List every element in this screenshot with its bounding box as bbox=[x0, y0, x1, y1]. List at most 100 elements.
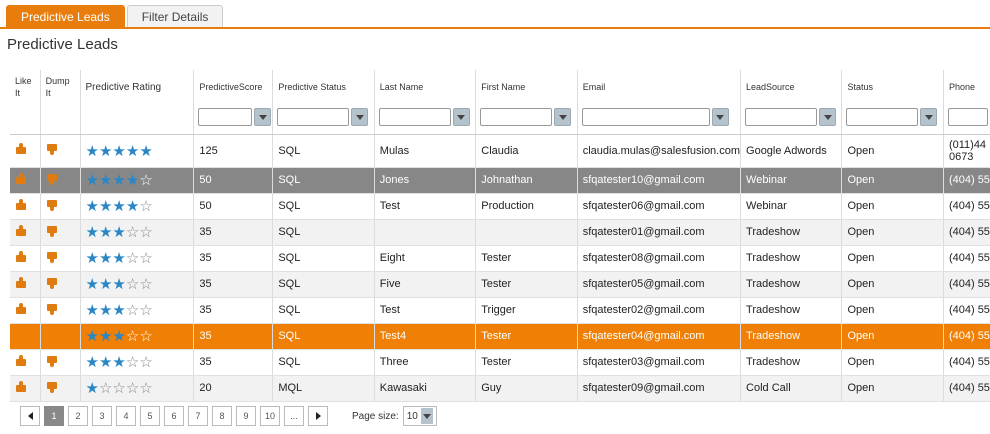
page-button-6[interactable]: 6 bbox=[164, 406, 184, 426]
star-filled-icon[interactable]: ★ bbox=[126, 172, 139, 189]
next-page-button[interactable] bbox=[308, 406, 328, 426]
more-pages-button[interactable]: ... bbox=[284, 406, 304, 426]
table-row[interactable]: ★★★★☆ 50 SQL Jones Johnathan sfqatester10@gma… bbox=[10, 167, 990, 194]
star-filled-icon[interactable]: ★ bbox=[86, 172, 99, 189]
page-button-7[interactable]: 7 bbox=[188, 406, 208, 426]
star-empty-icon[interactable]: ☆ bbox=[139, 224, 152, 241]
star-empty-icon[interactable]: ☆ bbox=[112, 380, 125, 397]
column-header-predictive-status[interactable]: Predictive Status bbox=[272, 70, 375, 104]
star-filled-icon[interactable]: ★ bbox=[86, 276, 99, 293]
page-button-5[interactable]: 5 bbox=[140, 406, 160, 426]
first-name-filter-button[interactable] bbox=[554, 108, 572, 127]
table-row[interactable]: ★★★☆☆ 35 SQL Test4 Tester sfqatester04@gmail.… bbox=[10, 323, 990, 350]
star-empty-icon[interactable]: ☆ bbox=[126, 302, 139, 319]
star-filled-icon[interactable]: ★ bbox=[86, 380, 99, 397]
thumbs-down-icon[interactable] bbox=[46, 225, 58, 237]
star-empty-icon[interactable]: ☆ bbox=[126, 380, 139, 397]
star-filled-icon[interactable]: ★ bbox=[99, 328, 112, 345]
star-filled-icon[interactable]: ★ bbox=[99, 224, 112, 241]
page-button-4[interactable]: 4 bbox=[116, 406, 136, 426]
star-empty-icon[interactable]: ☆ bbox=[126, 328, 139, 345]
tab-predictive-leads[interactable]: Predictive Leads bbox=[6, 5, 125, 27]
star-filled-icon[interactable]: ★ bbox=[112, 198, 125, 215]
last-name-filter-input[interactable] bbox=[378, 108, 451, 127]
phone-filter-input[interactable] bbox=[947, 108, 988, 127]
star-filled-icon[interactable]: ★ bbox=[99, 302, 112, 319]
star-empty-icon[interactable]: ☆ bbox=[139, 328, 152, 345]
star-filled-icon[interactable]: ★ bbox=[112, 250, 125, 267]
thumbs-down-icon[interactable] bbox=[46, 251, 58, 263]
thumbs-up-icon[interactable] bbox=[15, 224, 27, 237]
page-size-select[interactable]: 10 bbox=[402, 406, 437, 426]
table-row[interactable]: ★★★☆☆ 35 SQL sfqatester01@gmail.com Tradesho… bbox=[10, 219, 990, 246]
page-button-3[interactable]: 3 bbox=[92, 406, 112, 426]
thumbs-up-icon[interactable] bbox=[15, 302, 27, 315]
column-header-score[interactable]: PredictiveScore bbox=[193, 70, 274, 104]
thumbs-down-icon[interactable] bbox=[46, 381, 58, 393]
column-header-phone[interactable]: Phone bbox=[943, 70, 990, 104]
star-empty-icon[interactable]: ☆ bbox=[126, 250, 139, 267]
star-empty-icon[interactable]: ☆ bbox=[139, 354, 152, 371]
table-row[interactable]: ★★★★★ 125 SQL Mulas Claudia claudia.mulas@sal… bbox=[10, 134, 990, 168]
page-button-1[interactable]: 1 bbox=[44, 406, 64, 426]
star-empty-icon[interactable]: ☆ bbox=[139, 250, 152, 267]
table-row[interactable]: ★☆☆☆☆ 20 MQL Kawasaki Guy sfqatester09@gmail.… bbox=[10, 375, 990, 402]
star-filled-icon[interactable]: ★ bbox=[112, 302, 125, 319]
first-name-filter-input[interactable] bbox=[480, 108, 553, 127]
table-row[interactable]: ★★★★☆ 50 SQL Test Production sfqatester06@gma… bbox=[10, 193, 990, 220]
star-filled-icon[interactable]: ★ bbox=[86, 354, 99, 371]
predictive-status-filter-button[interactable] bbox=[351, 108, 369, 127]
star-empty-icon[interactable]: ☆ bbox=[99, 380, 112, 397]
star-filled-icon[interactable]: ★ bbox=[86, 302, 99, 319]
star-filled-icon[interactable]: ★ bbox=[126, 198, 139, 215]
email-filter-input[interactable] bbox=[581, 108, 710, 127]
table-row[interactable]: ★★★☆☆ 35 SQL Eight Tester sfqatester08@gmail.… bbox=[10, 245, 990, 272]
thumbs-up-icon[interactable] bbox=[15, 172, 27, 185]
thumbs-up-icon[interactable] bbox=[15, 354, 27, 367]
star-empty-icon[interactable]: ☆ bbox=[126, 224, 139, 241]
thumbs-up-icon[interactable] bbox=[15, 276, 27, 289]
star-filled-icon[interactable]: ★ bbox=[99, 198, 112, 215]
star-filled-icon[interactable]: ★ bbox=[112, 354, 125, 371]
table-row[interactable]: ★★★☆☆ 35 SQL Test Trigger sfqatester02@gmail.… bbox=[10, 297, 990, 324]
thumbs-down-icon[interactable] bbox=[46, 199, 58, 211]
column-header-email[interactable]: Email bbox=[577, 70, 742, 104]
star-filled-icon[interactable]: ★ bbox=[112, 276, 125, 293]
column-header-rating[interactable]: Predictive Rating bbox=[80, 70, 195, 104]
star-filled-icon[interactable]: ★ bbox=[112, 143, 125, 160]
predictive-status-filter-input[interactable] bbox=[277, 108, 350, 127]
star-filled-icon[interactable]: ★ bbox=[86, 250, 99, 267]
star-filled-icon[interactable]: ★ bbox=[86, 198, 99, 215]
star-empty-icon[interactable]: ☆ bbox=[139, 302, 152, 319]
status-filter-input[interactable] bbox=[846, 108, 919, 127]
thumbs-down-icon[interactable] bbox=[46, 143, 58, 155]
last-name-filter-button[interactable] bbox=[452, 108, 470, 127]
table-row[interactable]: ★★★☆☆ 35 SQL Three Tester sfqatester03@gmail.… bbox=[10, 349, 990, 376]
column-header-last-name[interactable]: Last Name bbox=[374, 70, 477, 104]
star-filled-icon[interactable]: ★ bbox=[99, 143, 112, 160]
thumbs-down-icon[interactable] bbox=[46, 277, 58, 289]
star-filled-icon[interactable]: ★ bbox=[86, 143, 99, 160]
thumbs-up-icon[interactable] bbox=[15, 250, 27, 263]
star-filled-icon[interactable]: ★ bbox=[99, 172, 112, 189]
star-filled-icon[interactable]: ★ bbox=[139, 143, 152, 160]
star-filled-icon[interactable]: ★ bbox=[126, 143, 139, 160]
star-empty-icon[interactable]: ☆ bbox=[126, 276, 139, 293]
star-filled-icon[interactable]: ★ bbox=[112, 172, 125, 189]
thumbs-up-icon[interactable] bbox=[15, 143, 27, 155]
thumbs-down-icon[interactable] bbox=[46, 355, 58, 367]
status-filter-button[interactable] bbox=[920, 108, 938, 127]
column-header-status[interactable]: Status bbox=[841, 70, 944, 104]
star-filled-icon[interactable]: ★ bbox=[86, 224, 99, 241]
star-empty-icon[interactable]: ☆ bbox=[126, 354, 139, 371]
page-button-8[interactable]: 8 bbox=[212, 406, 232, 426]
score-filter-input[interactable] bbox=[198, 108, 253, 127]
page-button-10[interactable]: 10 bbox=[260, 406, 280, 426]
star-filled-icon[interactable]: ★ bbox=[99, 276, 112, 293]
star-filled-icon[interactable]: ★ bbox=[86, 328, 99, 345]
lead-source-filter-button[interactable] bbox=[819, 108, 837, 127]
star-filled-icon[interactable]: ★ bbox=[112, 328, 125, 345]
thumbs-up-icon[interactable] bbox=[15, 380, 27, 393]
star-filled-icon[interactable]: ★ bbox=[99, 354, 112, 371]
score-filter-button[interactable] bbox=[254, 108, 272, 127]
